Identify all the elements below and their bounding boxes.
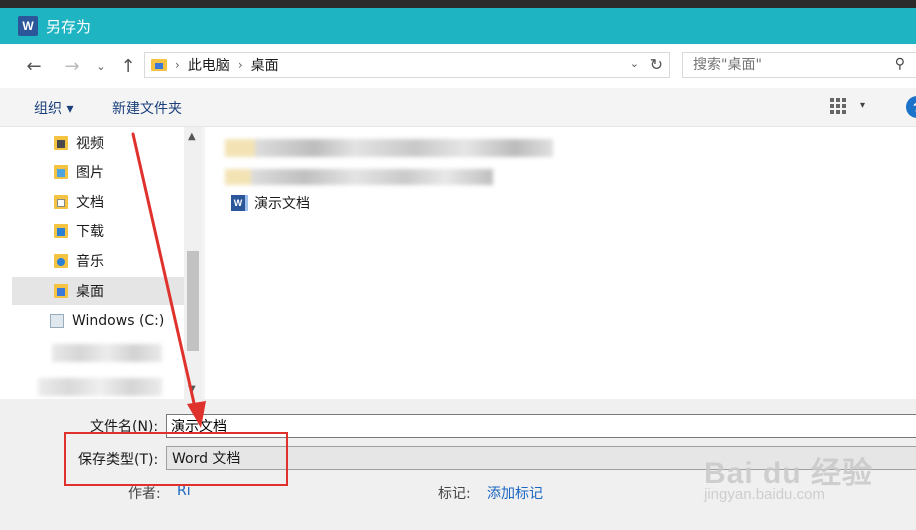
- scroll-up-icon[interactable]: ▲: [188, 131, 196, 142]
- title-bar[interactable]: W 另存为: [0, 8, 916, 44]
- sidebar-item-label: 音乐: [76, 254, 104, 270]
- baidu-jingyan-watermark: Bai du 经验 jingyan.baidu.com: [700, 446, 900, 516]
- help-icon[interactable]: ?: [906, 96, 916, 118]
- sidebar-item-music[interactable]: 音乐: [12, 247, 184, 275]
- blurred-file-row: [225, 169, 493, 185]
- scroll-thumb[interactable]: [187, 251, 199, 351]
- sidebar-item-videos[interactable]: 视频: [12, 129, 184, 157]
- sidebar-item-documents[interactable]: 文档: [12, 188, 184, 216]
- file-list: W 演示文档: [205, 127, 916, 399]
- view-options-icon[interactable]: [830, 98, 846, 114]
- documents-folder-icon: [54, 195, 68, 209]
- sidebar-item-label: 桌面: [76, 284, 104, 300]
- up-button[interactable]: ↑: [114, 52, 142, 80]
- video-folder-icon: [54, 136, 68, 150]
- search-icon[interactable]: ⚲: [895, 56, 905, 72]
- downloads-folder-icon: [54, 224, 68, 238]
- command-toolbar: 组织 ▾ 新建文件夹 ▾ ?: [0, 88, 916, 127]
- sidebar-item-pictures[interactable]: 图片: [12, 158, 184, 186]
- breadcrumb-separator-icon: ›: [237, 58, 243, 72]
- file-item[interactable]: W 演示文档: [231, 193, 310, 213]
- author-label: 作者:: [128, 486, 161, 502]
- word-app-icon: W: [18, 16, 38, 36]
- sidebar-item-label: 下载: [76, 224, 104, 240]
- scroll-down-icon[interactable]: ▼: [188, 384, 196, 395]
- drive-icon: [50, 314, 64, 328]
- tags-label: 标记:: [438, 486, 471, 502]
- breadcrumb-this-pc[interactable]: 此电脑: [188, 55, 230, 75]
- chevron-down-icon[interactable]: ⌄: [630, 57, 639, 70]
- desktop-folder-icon: [151, 59, 167, 71]
- pictures-folder-icon: [54, 165, 68, 179]
- refresh-icon[interactable]: ↻: [650, 55, 663, 74]
- music-folder-icon: [54, 254, 68, 268]
- desktop-strip: [0, 0, 916, 8]
- new-folder-button[interactable]: 新建文件夹: [112, 98, 182, 118]
- organize-button[interactable]: 组织 ▾: [34, 98, 73, 118]
- forward-button[interactable]: →: [58, 52, 86, 80]
- window-title: 另存为: [46, 17, 92, 36]
- blurred-item: [52, 344, 162, 362]
- breadcrumb-desktop[interactable]: 桌面: [251, 55, 279, 75]
- navigation-bar: ← → ⌄ ↑ › 此电脑 › 桌面 ⌄ ↻ ⚲: [0, 44, 916, 88]
- navigation-scrollbar[interactable]: ▲ ▼: [184, 127, 202, 399]
- blurred-item: [38, 378, 162, 396]
- sidebar-item-label: 视频: [76, 136, 104, 152]
- search-input[interactable]: [691, 56, 895, 74]
- word-doc-icon: W: [231, 195, 248, 211]
- search-box[interactable]: ⚲: [682, 52, 916, 78]
- desktop-folder-icon: [54, 284, 68, 298]
- sidebar-item-windows-drive[interactable]: Windows (C:): [12, 307, 184, 335]
- recent-locations-button[interactable]: ⌄: [92, 52, 110, 80]
- navigation-pane: 视频 图片 文档 下载 音乐 桌面 Windows (C:): [12, 127, 184, 399]
- file-name: 演示文档: [254, 196, 310, 212]
- sidebar-item-downloads[interactable]: 下载: [12, 217, 184, 245]
- sidebar-item-label: 图片: [76, 165, 104, 181]
- sidebar-item-desktop[interactable]: 桌面: [12, 277, 184, 305]
- view-dropdown-icon[interactable]: ▾: [860, 100, 865, 111]
- address-bar[interactable]: › 此电脑 › 桌面 ⌄ ↻: [144, 52, 670, 78]
- breadcrumb-separator-icon: ›: [175, 58, 180, 72]
- annotation-highlight-box: [64, 432, 288, 486]
- add-tags-link[interactable]: 添加标记: [487, 483, 543, 503]
- sidebar-item-label: Windows (C:): [72, 313, 165, 329]
- sidebar-item-label: 文档: [76, 195, 104, 211]
- back-button[interactable]: ←: [20, 52, 48, 80]
- watermark-site: jingyan.baidu.com: [704, 486, 825, 503]
- blurred-file-row: [225, 139, 553, 157]
